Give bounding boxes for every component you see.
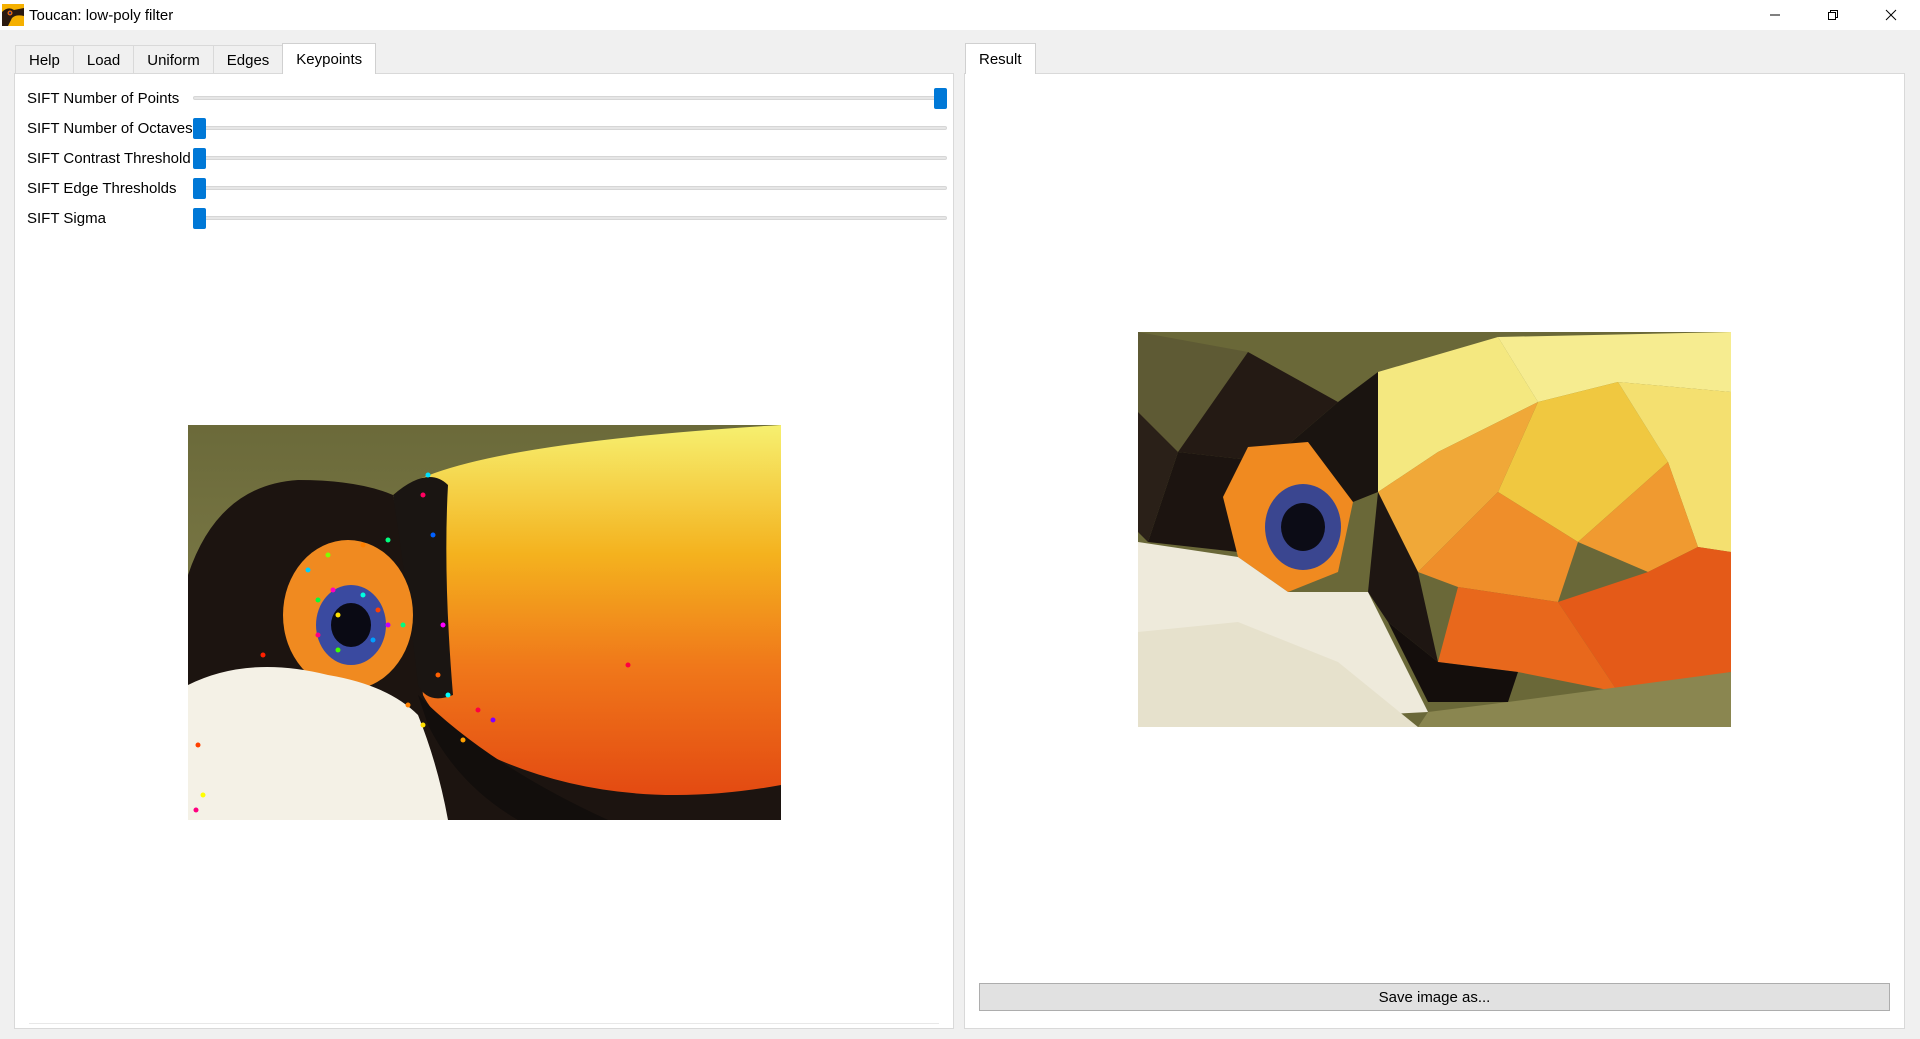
slider-track	[193, 96, 947, 100]
minimize-icon	[1770, 14, 1780, 16]
slider-thumb[interactable]	[193, 208, 206, 229]
sift-octaves-slider[interactable]	[193, 114, 947, 142]
tab-load[interactable]: Load	[72, 45, 135, 74]
slider-label-sift-contrast: SIFT Contrast Threshold	[27, 149, 191, 167]
slider-track	[193, 156, 947, 160]
slider-row-sift-octaves: SIFT Number of Octaves	[27, 114, 947, 142]
window-title: Toucan: low-poly filter	[29, 6, 174, 24]
close-icon	[1885, 9, 1897, 21]
divider	[29, 1023, 939, 1024]
result-pane: Save image as...	[964, 73, 1905, 1029]
slider-track	[193, 126, 947, 130]
slider-row-sift-sigma: SIFT Sigma	[27, 204, 947, 232]
tab-uniform[interactable]: Uniform	[133, 45, 214, 74]
slider-thumb[interactable]	[193, 178, 206, 199]
toucan-keypoints-image	[188, 425, 781, 820]
right-tab-bar: Result	[965, 43, 1036, 74]
save-image-button[interactable]: Save image as...	[979, 983, 1890, 1011]
slider-label-sift-edge: SIFT Edge Thresholds	[27, 179, 177, 197]
title-bar: Toucan: low-poly filter	[0, 0, 1920, 30]
slider-label-sift-points: SIFT Number of Points	[27, 89, 180, 107]
tab-help[interactable]: Help	[15, 45, 74, 74]
slider-track	[193, 216, 947, 220]
sift-edge-slider[interactable]	[193, 174, 947, 202]
slider-thumb[interactable]	[934, 88, 947, 109]
minimize-button[interactable]	[1746, 0, 1804, 30]
tab-edges[interactable]: Edges	[212, 45, 284, 74]
left-tab-bar: Help Load Uniform Edges Keypoints	[15, 43, 377, 74]
restore-button[interactable]	[1804, 0, 1862, 30]
slider-track	[193, 186, 947, 190]
app-icon	[2, 4, 24, 26]
toucan-low-poly-result-image	[1138, 332, 1731, 727]
slider-thumb[interactable]	[193, 118, 206, 139]
slider-thumb[interactable]	[193, 148, 206, 169]
slider-label-sift-sigma: SIFT Sigma	[27, 209, 106, 227]
slider-label-sift-octaves: SIFT Number of Octaves	[27, 119, 193, 137]
restore-icon	[1828, 10, 1838, 20]
sift-points-slider[interactable]	[193, 84, 947, 112]
slider-row-sift-contrast: SIFT Contrast Threshold	[27, 144, 947, 172]
tab-keypoints[interactable]: Keypoints	[282, 43, 377, 74]
sift-sigma-slider[interactable]	[193, 204, 947, 232]
sift-contrast-slider[interactable]	[193, 144, 947, 172]
slider-row-sift-points: SIFT Number of Points	[27, 84, 947, 112]
keypoints-pane: SIFT Number of Points SIFT Number of Oct…	[14, 73, 954, 1029]
slider-row-sift-edge: SIFT Edge Thresholds	[27, 174, 947, 202]
tab-result[interactable]: Result	[965, 43, 1036, 74]
close-button[interactable]	[1862, 0, 1920, 30]
